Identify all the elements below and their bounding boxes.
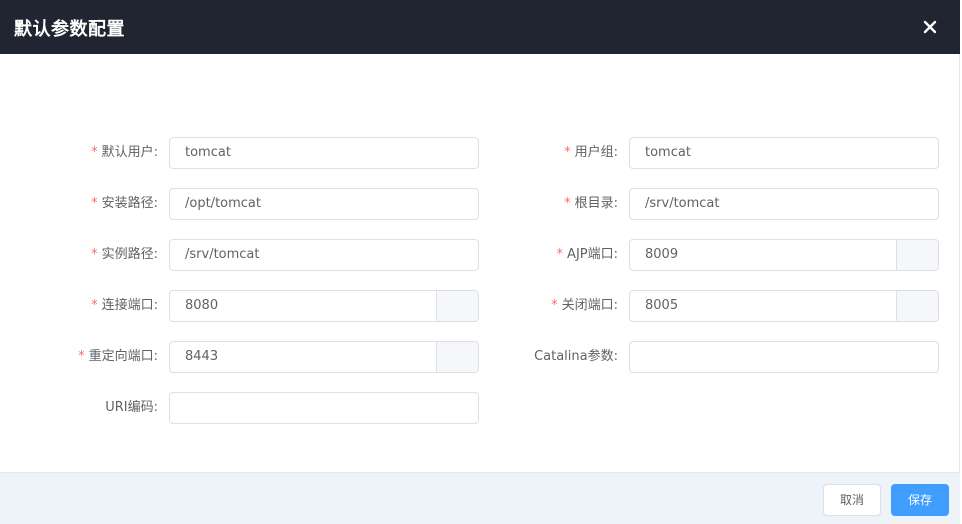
user-group-label: * 用户组: [564,145,618,160]
redirect-port-input[interactable]: 8443 [169,341,479,373]
redirect-port-label: * 重定向端口: [78,349,158,364]
ajp-port-label: * AJP端口: [556,247,618,262]
install-path-input[interactable]: /opt/tomcat [169,188,479,220]
connect-port-label: * 连接端口: [91,298,158,313]
default-user-input[interactable]: tomcat [169,137,479,169]
shutdown-port-input[interactable]: 8005 [629,290,939,322]
instance-path-label: * 实例路径: [91,247,158,262]
dialog-header: 默认参数配置 [0,0,960,54]
root-dir-input[interactable]: /srv/tomcat [629,188,939,220]
ajp-port-input[interactable]: 8009 [629,239,939,271]
catalina-params-input[interactable] [629,341,939,373]
shutdown-port-append[interactable] [896,291,938,321]
root-dir-label: * 根目录: [564,196,618,211]
default-user-label: * 默认用户: [91,145,158,160]
dialog-title: 默认参数配置 [14,19,125,40]
shutdown-port-label: * 关闭端口: [551,298,618,313]
instance-path-input[interactable]: /srv/tomcat [169,239,479,271]
connect-port-append[interactable] [436,291,478,321]
uri-encoding-input[interactable] [169,392,479,424]
dialog-footer: 取消 保存 [0,472,960,524]
catalina-params-label: Catalina参数: [534,349,618,364]
install-path-label: * 安装路径: [91,196,158,211]
uri-encoding-label: URI编码: [105,400,158,415]
close-icon [923,20,937,34]
ajp-port-append[interactable] [896,240,938,270]
connect-port-input[interactable]: 8080 [169,290,479,322]
close-button[interactable] [918,15,942,39]
config-dialog: 默认参数配置 * 默认用户: tomcat * 用户组: tomcat * 安装路径:… [0,0,960,524]
save-button[interactable]: 保存 [891,484,949,516]
redirect-port-append[interactable] [436,342,478,372]
cancel-button[interactable]: 取消 [823,484,881,516]
user-group-input[interactable]: tomcat [629,137,939,169]
